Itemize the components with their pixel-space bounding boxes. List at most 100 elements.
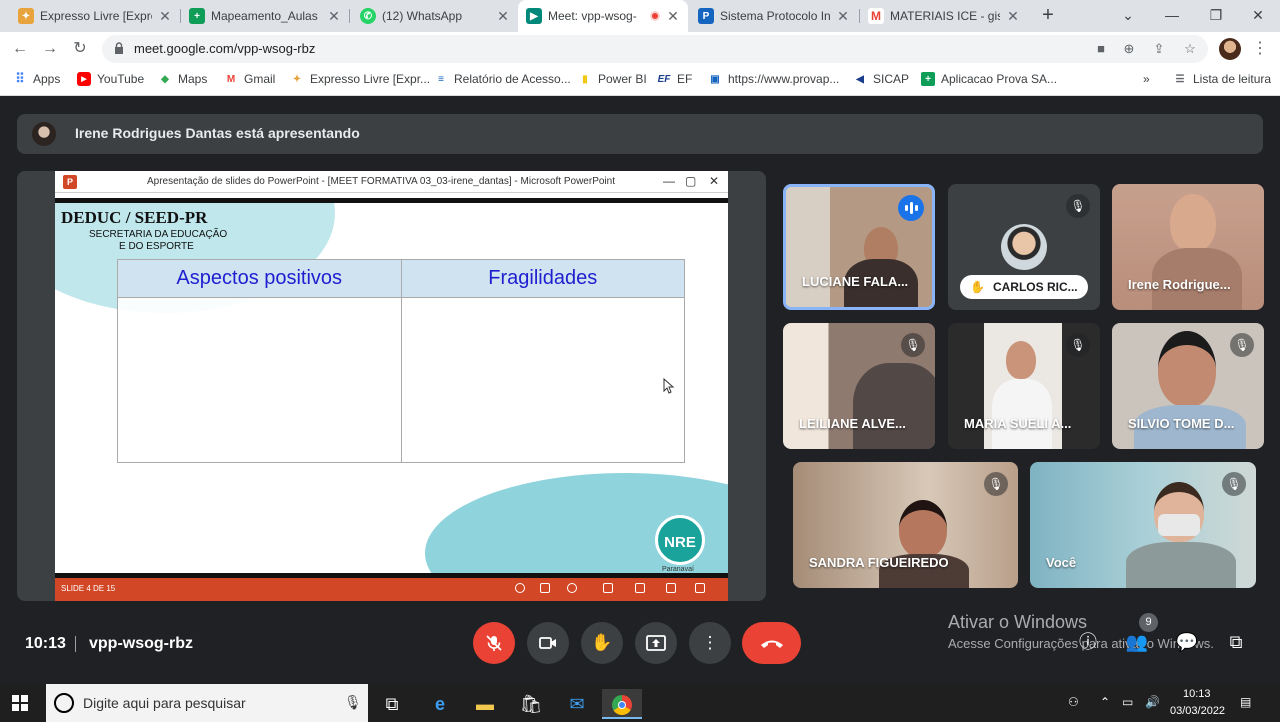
- end-call-button[interactable]: [742, 622, 801, 664]
- participant-video: [992, 379, 1052, 449]
- activities-button[interactable]: ⧉: [1224, 630, 1248, 654]
- people-tray-icon[interactable]: ⚇: [1068, 695, 1079, 709]
- task-view-button[interactable]: ⧉: [372, 689, 412, 719]
- taskbar-search[interactable]: Digite aqui para pesquisar 🎙: [46, 684, 368, 722]
- close-window-button[interactable]: ✕: [1236, 0, 1280, 32]
- tab-meet[interactable]: ▶ Meet: vpp-wsog- ✕: [518, 0, 688, 32]
- participant-tile[interactable]: 🎙 SANDRA FIGUEIREDO: [793, 462, 1018, 588]
- share-icon[interactable]: ⇪: [1150, 40, 1168, 58]
- participant-tile[interactable]: LUCIANE FALA...: [783, 184, 935, 310]
- tab-materiais[interactable]: M MATERIAIS ICE - gisel ✕: [860, 0, 1028, 32]
- show-hidden-icons[interactable]: ⌃: [1100, 695, 1110, 709]
- table-header-positivos: Aspectos positivos: [117, 259, 402, 298]
- participant-video: [853, 363, 935, 449]
- participant-tile[interactable]: 🎙 SILVIO TOME D...: [1112, 323, 1264, 449]
- reload-button[interactable]: ↻: [68, 37, 92, 61]
- meet-area: Irene Rodrigues Dantas está apresentando…: [0, 97, 1280, 684]
- tab-whatsapp[interactable]: ✆ (12) WhatsApp ✕: [352, 0, 518, 32]
- volume-icon[interactable]: 🔊: [1145, 695, 1160, 709]
- whatsapp-icon: ✆: [360, 8, 376, 24]
- tab-mapeamento[interactable]: + Mapeamento_Aulas c ✕: [181, 0, 349, 32]
- taskbar-clock-time[interactable]: 10:13: [1183, 688, 1211, 700]
- close-tab-icon[interactable]: ✕: [327, 8, 341, 25]
- bookmark-star-icon[interactable]: ☆: [1181, 40, 1199, 58]
- more-bookmarks-button[interactable]: »: [1143, 72, 1150, 86]
- maximize-button[interactable]: ❐: [1194, 0, 1238, 32]
- participant-tile[interactable]: 🎙 Você: [1030, 462, 1256, 588]
- hand-icon: ✋: [970, 280, 985, 294]
- participant-tile[interactable]: 🎙 MARIA SUELI A...: [948, 323, 1100, 449]
- participant-name: Irene Rodrigue...: [1128, 277, 1231, 292]
- mail-button[interactable]: ✉: [557, 689, 597, 719]
- taskbar-clock-date[interactable]: 03/03/2022: [1170, 705, 1225, 717]
- tab-separator: [349, 9, 350, 23]
- activities-icon: ⧉: [1229, 632, 1243, 652]
- tab-expresso[interactable]: ✦ Expresso Livre [Expres ✕: [10, 0, 180, 32]
- store-button[interactable]: 🛍: [511, 689, 551, 719]
- camera-toggle-button[interactable]: [527, 622, 569, 664]
- people-button[interactable]: 👥: [1125, 630, 1149, 654]
- bookmark-gmail[interactable]: M Gmail: [224, 72, 276, 86]
- mic-off-icon: 🎙: [984, 472, 1008, 496]
- zoom-icon[interactable]: ⊕: [1120, 40, 1138, 58]
- maps-icon: ◆: [161, 73, 169, 85]
- close-tab-icon[interactable]: ✕: [1006, 8, 1020, 25]
- bookmark-powerbi[interactable]: ▮ Power BI: [578, 72, 646, 86]
- bookmark-ef[interactable]: EF EF: [657, 72, 693, 86]
- tab-protocolo[interactable]: P Sistema Protocolo Int ✕: [690, 0, 858, 32]
- info-icon: ⓘ: [1079, 632, 1097, 652]
- mic-off-icon: 🎙: [1066, 194, 1090, 218]
- chrome-menu-icon[interactable]: ⋮: [1252, 38, 1268, 58]
- microphone-icon[interactable]: 🎙: [344, 694, 362, 711]
- chrome-taskbar-button[interactable]: [602, 689, 642, 719]
- new-tab-button[interactable]: +: [1036, 4, 1060, 28]
- camera-permission-icon[interactable]: ■: [1092, 40, 1110, 58]
- address-bar[interactable]: meet.google.com/vpp-wsog-rbz ■ ⊕ ⇪ ☆: [102, 35, 1208, 63]
- mic-toggle-button[interactable]: [473, 622, 515, 664]
- network-icon[interactable]: ▭: [1122, 695, 1133, 709]
- more-options-button[interactable]: ⋮: [689, 622, 731, 664]
- presenter-avatar: [32, 122, 56, 146]
- reading-list-button[interactable]: ☰ Lista de leitura: [1173, 72, 1272, 86]
- start-button[interactable]: [12, 695, 28, 711]
- forward-button[interactable]: →: [38, 37, 62, 61]
- slide-org: DEDUC / SEED-PR: [61, 208, 208, 227]
- meet-icon: ▶: [526, 8, 542, 24]
- participant-tile[interactable]: 🎙 ✋ CARLOS RIC...: [948, 184, 1100, 310]
- back-button[interactable]: ←: [8, 37, 32, 61]
- bookmark-aplicacao[interactable]: + Aplicacao Prova SA...: [921, 72, 1057, 86]
- sheets-icon: +: [189, 8, 205, 24]
- participant-tile[interactable]: Irene Rodrigue...: [1112, 184, 1264, 310]
- mouse-cursor-icon: [663, 378, 675, 394]
- close-tab-icon[interactable]: ✕: [158, 8, 172, 25]
- raise-hand-button[interactable]: ✋: [581, 622, 623, 664]
- edge-taskbar-button[interactable]: e: [420, 689, 460, 719]
- minimize-button[interactable]: —: [1150, 0, 1194, 32]
- notifications-icon[interactable]: ▤: [1240, 695, 1251, 709]
- slideshow-icon: [695, 583, 705, 593]
- chat-icon: 💬: [1175, 632, 1199, 652]
- meeting-details-button[interactable]: ⓘ: [1076, 630, 1100, 654]
- participant-tile[interactable]: 🎙 LEILIANE ALVE...: [783, 323, 935, 449]
- bookmark-apps[interactable]: ⠿ Apps: [13, 71, 60, 86]
- presentation-stage: P Apresentação de slides do PowerPoint -…: [17, 171, 766, 601]
- file-explorer-button[interactable]: ▬: [465, 689, 505, 719]
- hand-icon: ✋: [591, 633, 613, 652]
- meeting-time: 10:13: [25, 635, 66, 652]
- bookmark-sicap[interactable]: ◀ SICAP: [853, 72, 909, 86]
- gmail-icon: M: [226, 73, 236, 85]
- more-vert-icon: ⋮: [701, 633, 719, 652]
- close-tab-icon[interactable]: ✕: [836, 8, 850, 25]
- bookmark-relatorio[interactable]: ≡ Relatório de Acesso...: [434, 72, 571, 86]
- bookmark-provap[interactable]: ▣ https://www.provap...: [708, 72, 839, 86]
- bookmark-expresso[interactable]: ✦ Expresso Livre [Expr...: [290, 72, 430, 86]
- bookmark-maps[interactable]: ◆ Maps: [158, 72, 207, 86]
- tab-search-button[interactable]: ⌄: [1106, 0, 1150, 32]
- close-tab-icon[interactable]: ✕: [496, 8, 510, 25]
- bookmark-youtube[interactable]: ▶ YouTube: [77, 72, 144, 86]
- profile-avatar[interactable]: [1219, 38, 1241, 60]
- present-now-button[interactable]: [635, 622, 677, 664]
- chat-button[interactable]: 💬: [1175, 630, 1199, 654]
- table-cell: [117, 297, 402, 463]
- close-tab-icon[interactable]: ✕: [666, 8, 680, 25]
